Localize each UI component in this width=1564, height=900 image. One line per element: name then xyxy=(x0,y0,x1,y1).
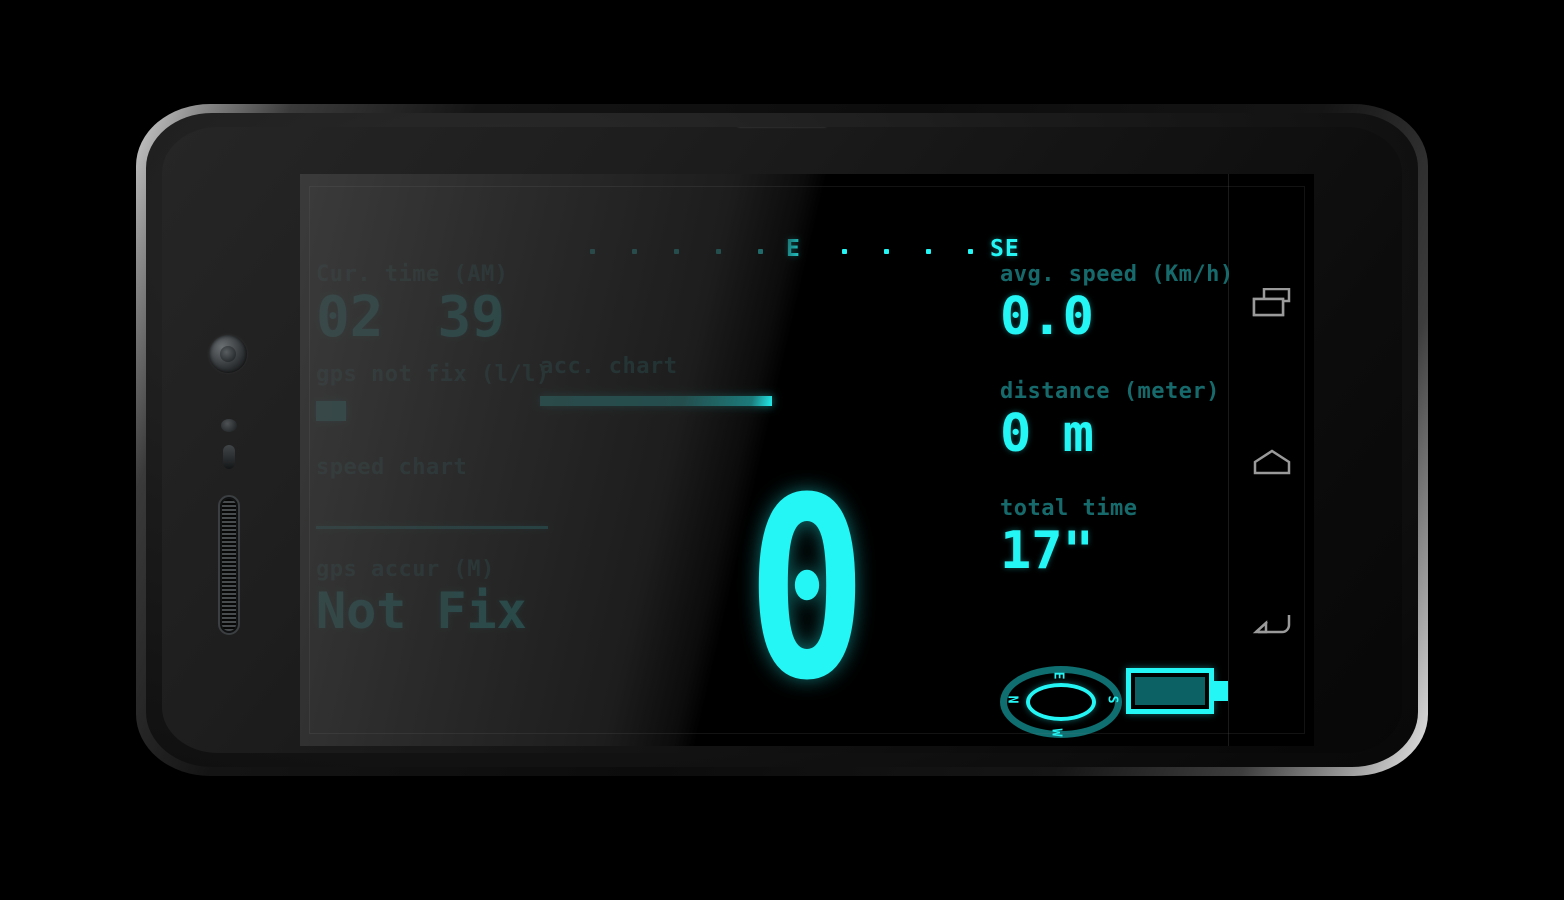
back-arrow-icon xyxy=(1252,615,1290,634)
device-screen: E SE Cur. time (AM) 02 39 gps not fix (l… xyxy=(300,174,1314,746)
acc-chart-bar xyxy=(540,396,772,406)
speaker-grille-icon xyxy=(218,495,240,635)
phone-front-face: E SE Cur. time (AM) 02 39 gps not fix (l… xyxy=(162,127,1402,753)
compass-cardinal-e: E xyxy=(786,236,801,262)
compass-tick xyxy=(926,249,931,254)
compass-inner-ring xyxy=(1026,683,1096,721)
compass-tick xyxy=(884,249,889,254)
compass-dial-icon: N E S W xyxy=(1000,666,1122,738)
cur-time-hours: 02 xyxy=(316,285,384,350)
cur-time-value: 02 39 xyxy=(316,285,576,350)
phone-bezel: E SE Cur. time (AM) 02 39 gps not fix (l… xyxy=(146,113,1418,767)
compass-tick xyxy=(590,249,595,254)
compass-point-s: S xyxy=(1104,695,1120,704)
battery-icon xyxy=(1126,668,1228,714)
home-icon xyxy=(1253,449,1290,475)
recents-icon xyxy=(1252,288,1290,317)
proximity-sensor-icon xyxy=(221,419,237,432)
compass-cardinal-se: SE xyxy=(990,236,1020,262)
app-ui: E SE Cur. time (AM) 02 39 gps not fix (l… xyxy=(300,174,1314,746)
cur-time-block: Cur. time (AM) 02 39 xyxy=(316,262,576,350)
acc-chart-block: acc. chart xyxy=(540,354,772,406)
compass-tick xyxy=(968,249,973,254)
front-camera-icon xyxy=(209,335,247,373)
speed-chart-label: speed chart xyxy=(316,455,468,481)
cur-time-minutes: 39 xyxy=(437,285,505,350)
recents-button[interactable] xyxy=(1246,280,1298,326)
gps-fix-block: gps not fix (l/l) xyxy=(316,362,576,422)
compass-point-n: N xyxy=(1004,695,1020,704)
compass-ribbon: E SE xyxy=(590,236,1020,266)
compass-tick xyxy=(632,249,637,254)
home-button[interactable] xyxy=(1246,439,1298,485)
android-navigation-bar xyxy=(1228,174,1314,746)
compass-tick xyxy=(674,249,679,254)
screenshot-root: E SE Cur. time (AM) 02 39 gps not fix (l… xyxy=(0,0,1564,900)
gps-fix-label: gps not fix (l/l) xyxy=(316,362,550,388)
compass-tick xyxy=(758,249,763,254)
battery-fill xyxy=(1135,677,1205,705)
back-button[interactable] xyxy=(1246,599,1298,645)
gps-fix-bar xyxy=(316,401,346,422)
acc-chart-label: acc. chart xyxy=(540,354,678,379)
compass-tick xyxy=(842,249,847,254)
battery-nub xyxy=(1214,681,1228,701)
compass-point-e: E xyxy=(1050,671,1066,680)
compass-point-w: W xyxy=(1048,728,1064,737)
compass-tick xyxy=(716,249,721,254)
phone-device: E SE Cur. time (AM) 02 39 gps not fix (l… xyxy=(136,104,1428,776)
cur-time-label: Cur. time (AM) xyxy=(316,262,509,287)
notification-led-icon xyxy=(223,445,235,469)
